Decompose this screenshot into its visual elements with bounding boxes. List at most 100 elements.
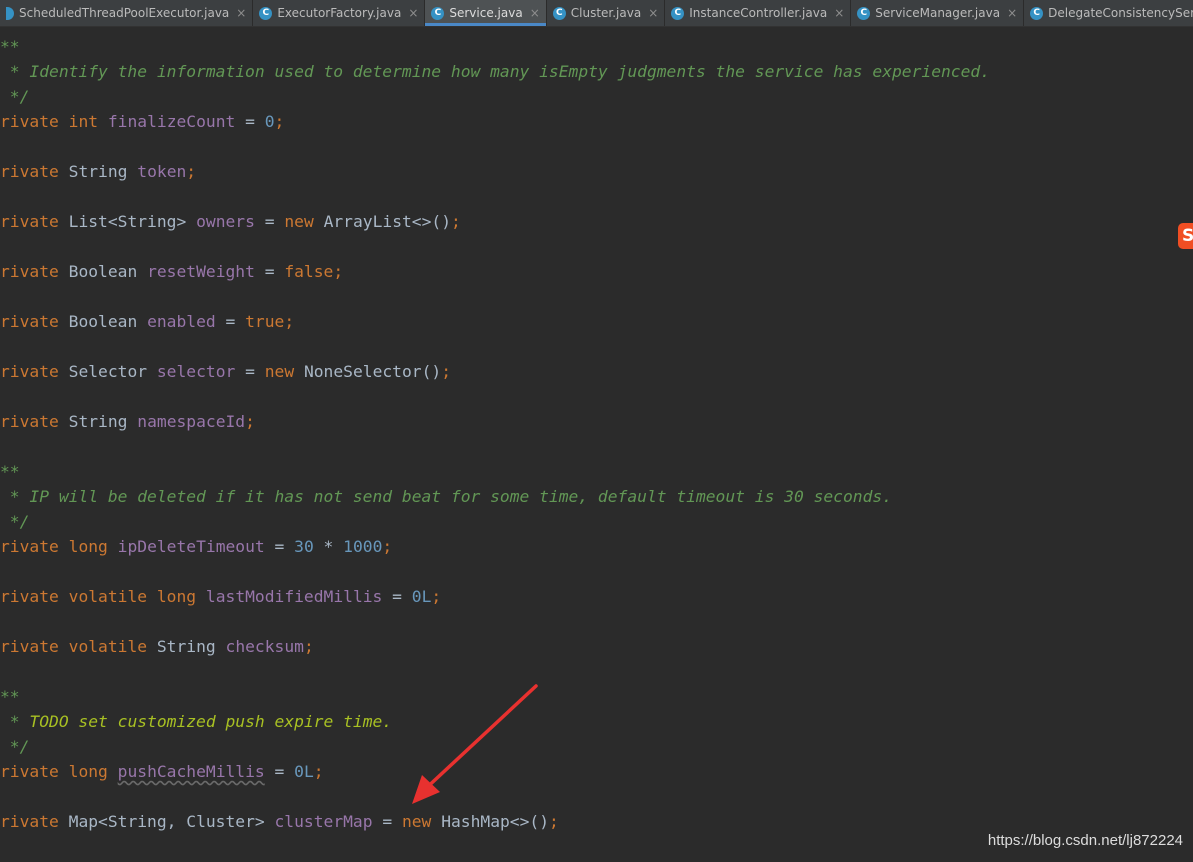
comment-text: ** [0,687,20,706]
class-icon: C [671,6,685,20]
field-name: token [137,162,187,181]
editor-tab[interactable]: C Cluster.java × [547,0,666,26]
field-name: finalizeCount [107,112,236,131]
modifier: rivate [0,762,59,781]
close-tab-icon[interactable]: × [834,6,844,20]
editor-tab[interactable]: C InstanceController.java × [665,0,852,26]
editor-tab[interactable]: C ServiceManager.java × [851,0,1025,26]
semicolon: ; [549,812,559,831]
class-icon: C [857,6,871,20]
semicolon: ; [245,412,255,431]
field-name: owners [196,212,255,231]
arrow-shaft [420,684,538,794]
code-line: rivate volatile String checksum; [0,634,314,659]
type: String [156,637,216,656]
type: long [68,762,108,781]
code-line: rivate Selector selector = new NoneSelec… [0,359,451,384]
field-name: checksum [225,637,304,656]
field-name: clusterMap [274,812,373,831]
code-line: rivate String namespaceId; [0,409,255,434]
code-line: rivate Map<String, Cluster> clusterMap =… [0,809,559,834]
comment-text: * IP will be deleted if it has not send … [0,487,892,506]
operator: * [313,537,344,556]
comment-text: */ [0,512,30,531]
code-line: rivate long ipDeleteTimeout = 30 * 1000; [0,534,392,559]
editor-tab[interactable]: ScheduledThreadPoolExecutor.java × [0,0,254,26]
keyword-new: new [284,212,314,231]
close-tab-icon[interactable]: × [1007,6,1017,20]
operator: = [235,112,265,131]
close-tab-icon[interactable]: × [648,6,658,20]
code-editor[interactable]: ** * Identify the information used to de… [0,34,1193,862]
tab-label: InstanceController.java [689,6,828,20]
type: List<String> [68,212,187,231]
operator: = [264,537,295,556]
operator: = [215,312,246,331]
code-line: */ [0,509,30,534]
code-line: * IP will be deleted if it has not send … [0,484,892,509]
comment-text: ** [0,462,20,481]
field-name: pushCacheMillis [117,762,265,781]
code-line: */ [0,734,30,759]
modifier: rivate [0,587,59,606]
operator: = [235,362,265,381]
class-icon: C [259,6,273,20]
modifier: rivate [0,637,59,656]
csdn-logo-icon: S [1178,223,1193,249]
type: Selector [68,362,148,381]
operator: = [264,762,295,781]
semicolon: ; [313,762,324,781]
type: String [68,412,128,431]
semicolon: ; [333,262,344,281]
editor-tab[interactable]: C Service.java × [425,0,547,26]
red-arrow-annotation [412,684,538,804]
semicolon: ; [441,362,451,381]
modifier: rivate [0,362,59,381]
code-line: rivate int finalizeCount = 0; [0,109,284,134]
operator: = [382,587,412,606]
constructor-call: NoneSelector() [303,362,442,381]
modifier: rivate [0,412,59,431]
watermark-url: https://blog.csdn.net/lj872224 [987,832,1183,849]
code-line: */ [0,84,30,109]
editor-tab[interactable]: C DelegateConsistencyServiceIn [1024,0,1193,26]
operator: = [254,262,285,281]
code-line: ** [0,459,20,484]
constructor-call: ArrayList<>() [323,212,452,231]
comment-text: * [0,712,30,731]
boolean-literal: false [284,262,334,281]
semicolon: ; [186,162,197,181]
close-tab-icon[interactable]: × [408,6,418,20]
tab-label: DelegateConsistencyServiceIn [1048,6,1193,20]
code-line: ** [0,34,20,59]
class-icon: C [431,6,445,20]
semicolon: ; [303,637,314,656]
type: int [68,112,99,131]
operator: = [254,212,285,231]
code-line: rivate Boolean enabled = true; [0,309,294,334]
code-line: rivate long pushCacheMillis = 0L; [0,759,324,784]
keyword-new: new [401,812,432,831]
tab-label: ServiceManager.java [875,6,1001,20]
modifier: volatile [68,637,148,656]
field-name: ipDeleteTimeout [117,537,265,556]
close-tab-icon[interactable]: × [530,6,540,20]
editor-tab[interactable]: C ExecutorFactory.java × [253,0,426,26]
logo-letter: S [1182,226,1193,246]
code-line: rivate List<String> owners = new ArrayLi… [0,209,461,234]
code-line: rivate Boolean resetWeight = false; [0,259,343,284]
comment-text: */ [0,737,30,756]
field-name: lastModifiedMillis [205,587,383,606]
type: long [156,587,197,606]
modifier: volatile [68,587,148,606]
editor-tab-bar: ScheduledThreadPoolExecutor.java × C Execut… [0,0,1193,27]
comment-text: */ [0,87,30,106]
modifier: rivate [0,112,59,131]
code-line: ** [0,684,20,709]
close-tab-icon[interactable]: × [236,6,246,20]
tab-label: ScheduledThreadPoolExecutor.java [19,6,230,20]
code-line: rivate String token; [0,159,196,184]
tab-label: Cluster.java [570,6,642,20]
type: Boolean [68,312,138,331]
field-name: enabled [147,312,216,331]
